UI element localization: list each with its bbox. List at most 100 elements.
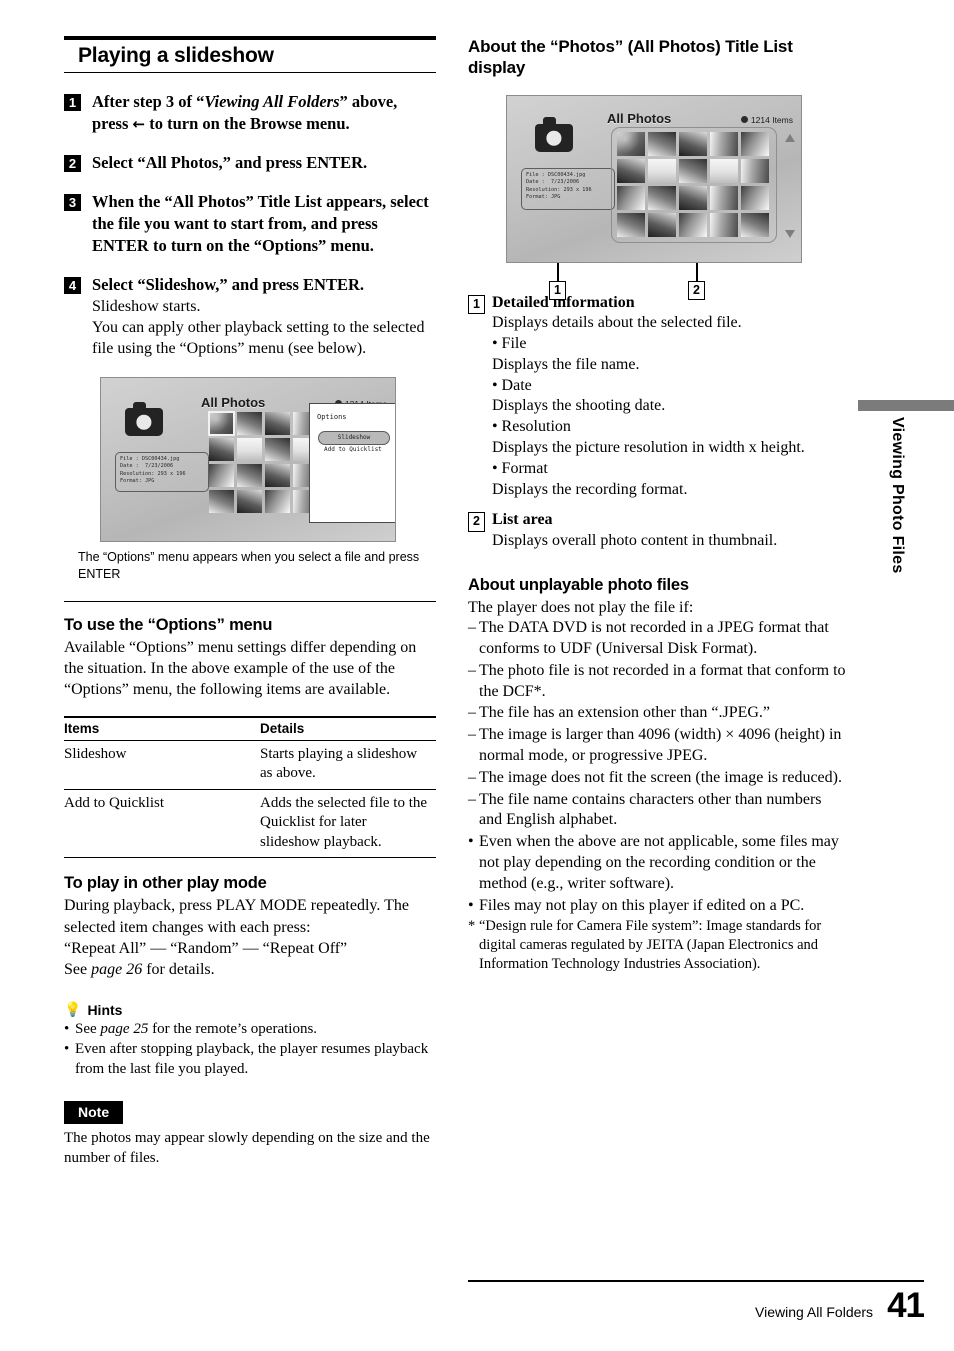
unplayable-footnote-list: “Design rule for Camera File system”: Im… (468, 917, 848, 974)
callout-heading: List area (491, 511, 553, 529)
scroll-up-icon[interactable] (785, 133, 795, 142)
step-heading: Select “Slideshow,” and press ENTER. (92, 274, 364, 294)
list-item: The photo file is not recorded in a form… (468, 661, 848, 703)
play-mode-see-tail: for details. (142, 960, 215, 978)
thumbnail[interactable] (710, 185, 738, 210)
step-text-c: to turn on the Browse menu. (145, 113, 350, 133)
step-heading: Select “All Photos,” and press ENTER. (92, 152, 368, 172)
step-body: When the “All Photos” Title List appears… (92, 191, 436, 257)
left-column: Playing a slideshow 1 After step 3 of “V… (64, 36, 436, 1169)
thumbnail[interactable] (617, 212, 645, 237)
step-number: 2 (64, 154, 81, 172)
thumbnail[interactable] (679, 185, 707, 210)
title-rule-bottom (64, 72, 436, 73)
detail-info-box: File : DSC00434.jpg Date : 7/23/2006 Res… (115, 451, 209, 492)
thumbnail[interactable] (679, 131, 707, 156)
list-item: The image does not fit the screen (the i… (468, 768, 848, 789)
play-mode-see-text: See (64, 960, 92, 978)
thumbnail[interactable] (237, 489, 262, 513)
thumbnail[interactable] (710, 131, 738, 156)
step-heading: After step 3 of “Viewing All Folders” ab… (92, 91, 436, 135)
step-number: 4 (64, 276, 81, 294)
footer-section-label: Viewing All Folders (755, 1304, 874, 1320)
hints-heading: 💡 Hints (64, 1002, 436, 1018)
options-item-add-to-quicklist[interactable]: Add to Quicklist (324, 446, 382, 453)
step-subtext-1: Slideshow starts. (92, 297, 201, 315)
thumbnail[interactable] (265, 489, 290, 513)
screenshot-item-count: 1214 Items (740, 114, 793, 125)
callout-line: • Resolution (491, 418, 571, 436)
thumbnail[interactable] (617, 131, 645, 156)
callout-line: Displays the shooting date. (491, 397, 666, 415)
thumbnail[interactable] (741, 158, 769, 183)
camera-icon (125, 401, 163, 436)
thumbnail[interactable] (617, 185, 645, 210)
unplayable-bullet-list: Even when the above are not applicable, … (468, 832, 848, 916)
callout-descriptions: 1 Detailed information Displays details … (468, 293, 848, 553)
thumbnail[interactable] (648, 185, 676, 210)
heading-options-menu: To use the “Options” menu (64, 615, 273, 634)
options-item-slideshow[interactable]: Slideshow (318, 430, 390, 445)
thumbnail[interactable] (648, 212, 676, 237)
note-block: Note The photos may appear slowly depend… (64, 1101, 436, 1169)
thumbnail[interactable] (648, 131, 676, 156)
table-header-row: Items Details (64, 715, 436, 741)
note-text: The photos may appear slowly depending o… (64, 1130, 430, 1167)
page-title: Playing a slideshow (78, 44, 274, 67)
play-mode-page-ref: page 26 (91, 960, 143, 978)
step-heading: When the “All Photos” Title List appears… (92, 191, 429, 255)
list-item: The image is larger than 4096 (width) × … (468, 725, 848, 767)
callout-line: • Date (491, 376, 532, 394)
screenshot-with-callouts: All Photos 1214 Items File : DSC00434.jp… (468, 94, 848, 300)
thumbnail[interactable] (237, 411, 262, 435)
thumbnail[interactable] (209, 463, 234, 487)
list-item: Even when the above are not applicable, … (468, 832, 848, 894)
thumbnail[interactable] (209, 437, 234, 461)
right-column: About the “Photos” (All Photos) Title Li… (468, 36, 848, 975)
thumbnail[interactable] (265, 411, 290, 435)
scroll-down-icon[interactable] (785, 229, 795, 238)
table-row: Add to Quicklist Adds the selected file … (64, 789, 436, 859)
thumbnail[interactable] (648, 158, 676, 183)
step-item: 4 Select “Slideshow,” and press ENTER. S… (64, 274, 436, 360)
thumbnail[interactable] (617, 158, 645, 183)
table-cell-detail: Starts playing a slideshow as above. (260, 740, 436, 790)
thumbnail[interactable] (741, 185, 769, 210)
heading-title-list-display: About the “Photos” (All Photos) Title Li… (468, 37, 793, 78)
thumbnail[interactable] (265, 463, 290, 487)
hint-page-ref: page 25 (100, 1020, 149, 1037)
thumbnail[interactable] (679, 212, 707, 237)
step-body: Select “Slideshow,” and press ENTER. Sli… (92, 274, 436, 360)
side-tab-bar (858, 400, 954, 411)
thumbnail[interactable] (710, 212, 738, 237)
table-cell-item: Add to Quicklist (64, 789, 260, 859)
item-count-label: 1214 Items (750, 114, 793, 125)
camera-icon (535, 117, 573, 152)
thumbnail[interactable] (237, 463, 262, 487)
callout-number: 2 (688, 280, 705, 300)
thumbnail[interactable] (208, 410, 235, 436)
thumbnail[interactable] (679, 158, 707, 183)
thumbnail[interactable] (209, 489, 234, 513)
play-mode-line-1: During playback, press PLAY MODE repeate… (64, 897, 409, 936)
step-text-a: After step 3 of “ (92, 92, 205, 111)
callout-line: Displays the picture resolution in width… (491, 439, 805, 457)
thumbnail[interactable] (237, 437, 262, 461)
table-header-details: Details (260, 715, 436, 741)
callout-description-1: 1 Detailed information Displays details … (468, 293, 848, 501)
options-popup-title: Options (317, 412, 347, 421)
hints-list: See page 25 for the remote’s operations.… (64, 1020, 436, 1080)
step-body: Select “All Photos,” and press ENTER. (92, 152, 436, 174)
side-tab: Viewing Photo Files (858, 400, 954, 574)
note-badge: Note (64, 1101, 124, 1125)
thumbnail[interactable] (710, 158, 738, 183)
page-footer: Viewing All Folders 41 (468, 1280, 925, 1323)
screenshot-title: All Photos (607, 110, 672, 126)
step-body: After step 3 of “Viewing All Folders” ab… (92, 91, 436, 135)
thumbnail[interactable] (741, 131, 769, 156)
thumbnail[interactable] (741, 212, 769, 237)
thumbnail[interactable] (265, 437, 290, 461)
screenshot-caption: The “Options” menu appears when you sele… (78, 549, 420, 581)
options-table: Items Details Slideshow Starts playing a… (64, 715, 436, 859)
callout-description-2: 2 List area Displays overall photo conte… (468, 510, 848, 552)
